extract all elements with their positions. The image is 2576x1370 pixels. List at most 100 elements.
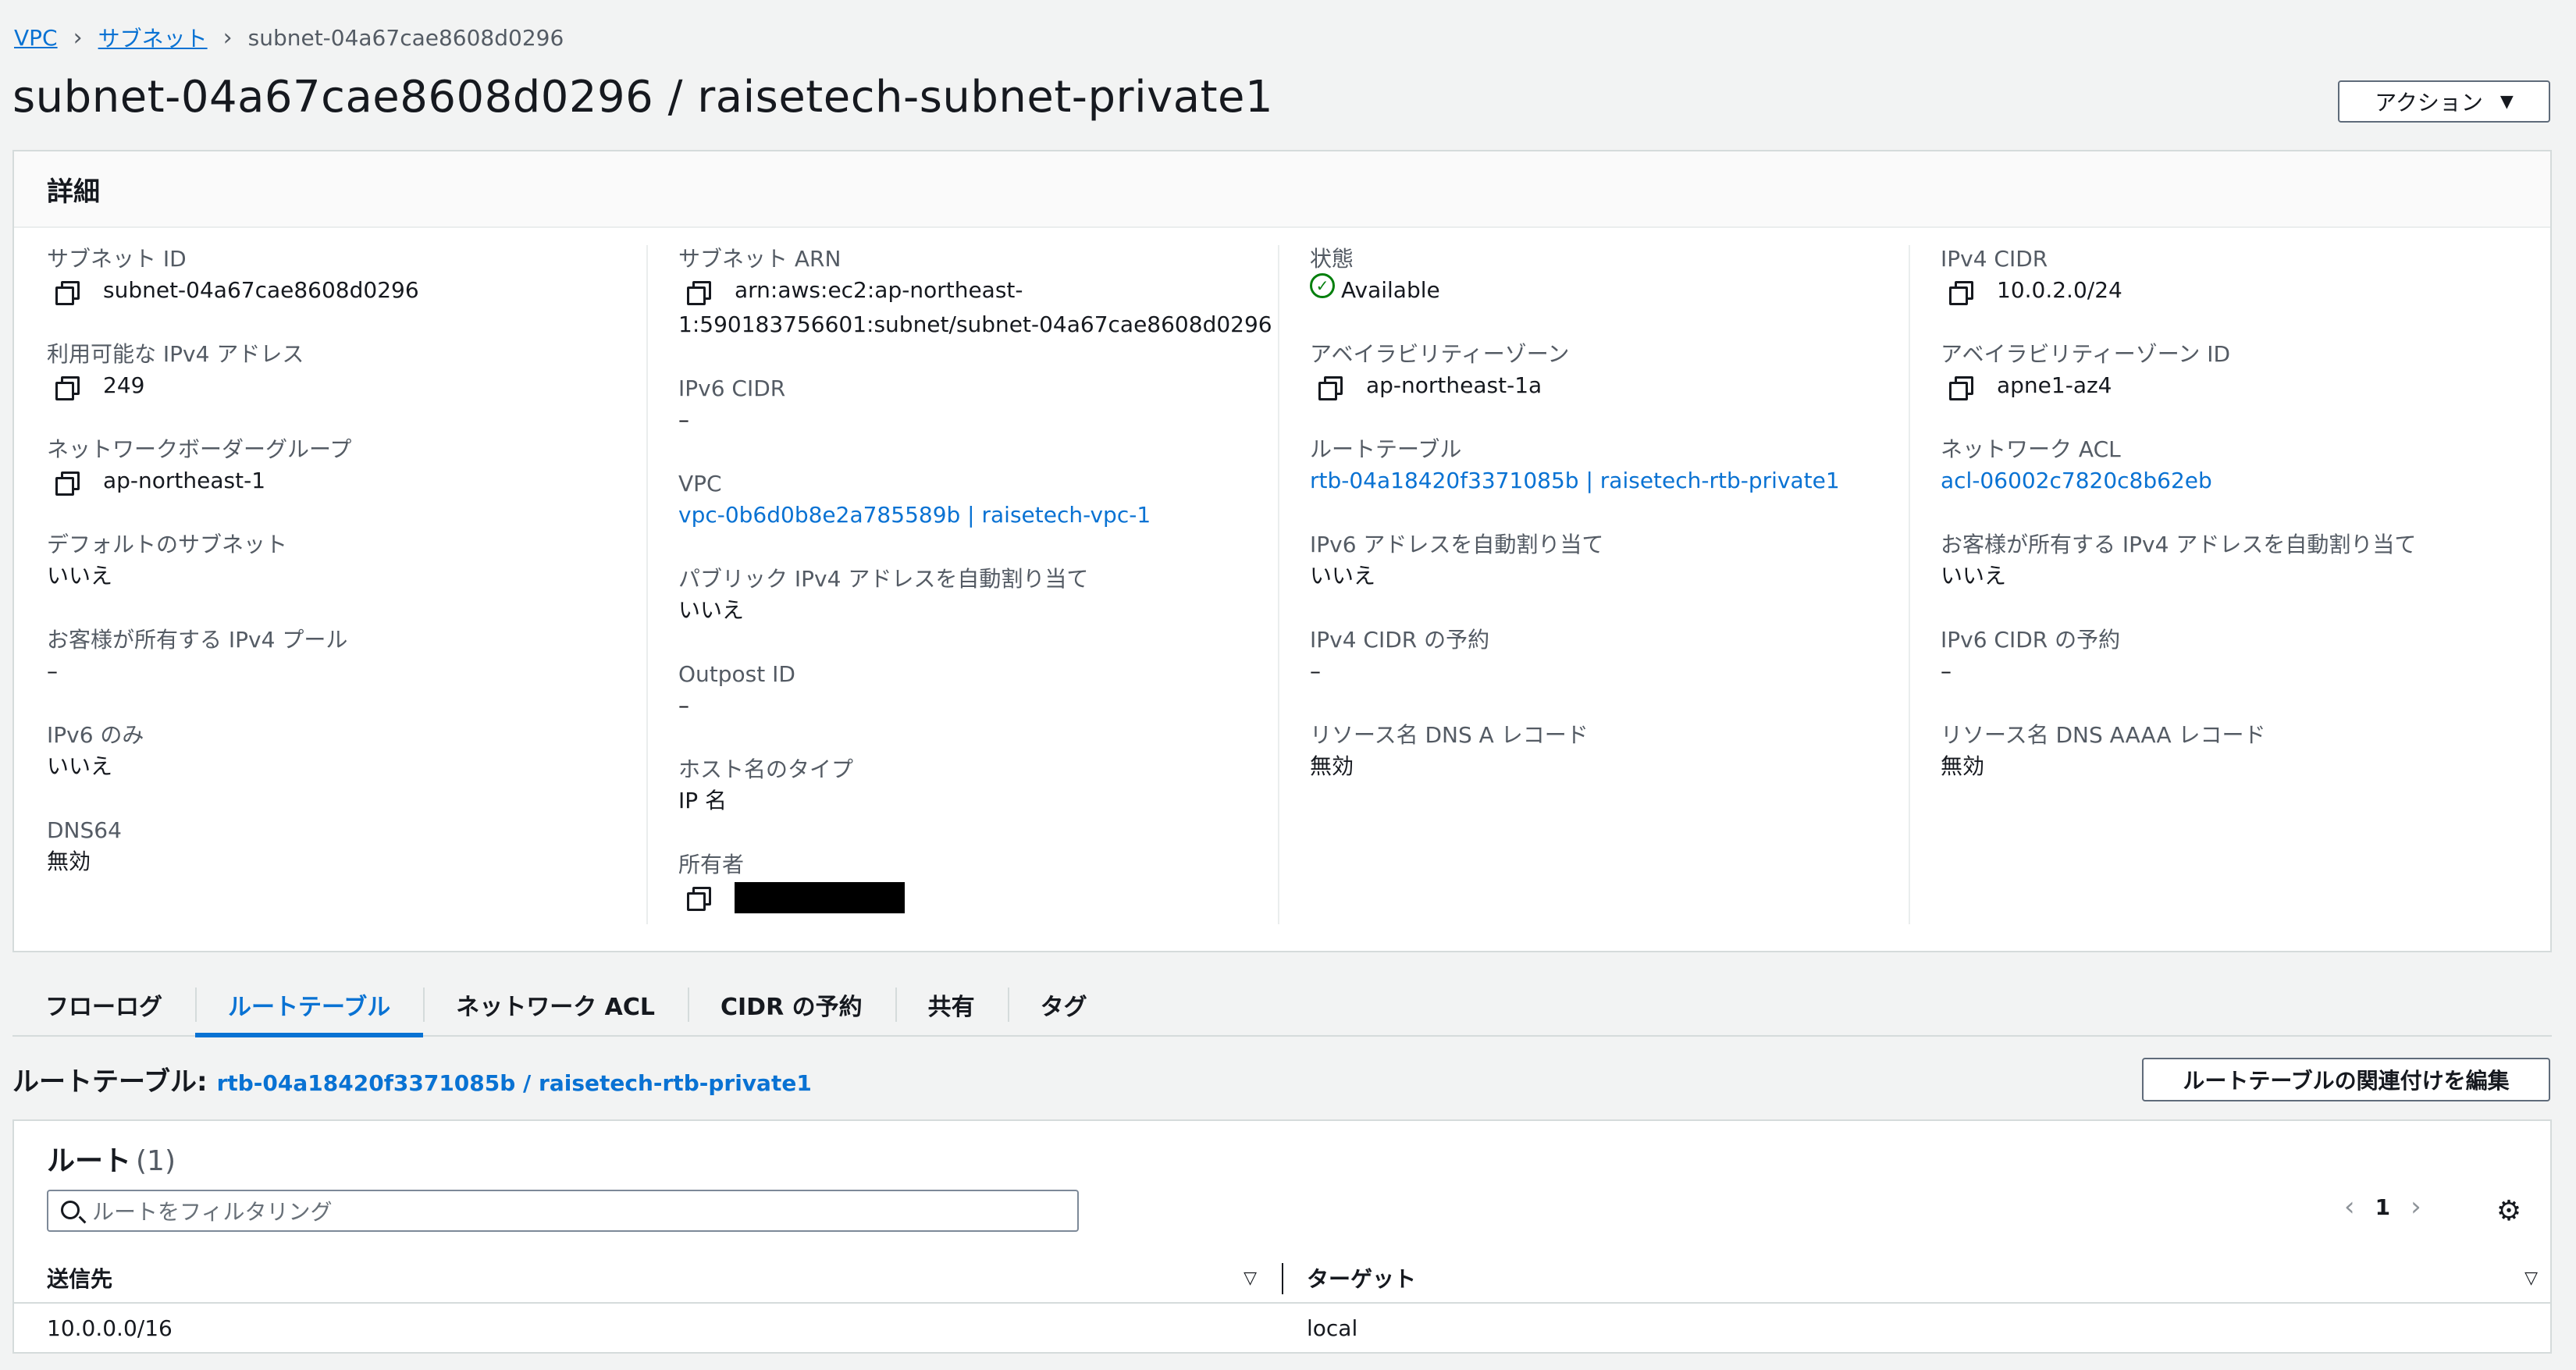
tab-route-table[interactable]: ルートテーブル xyxy=(195,973,424,1037)
subnet-id-value: subnet-04a67cae8608d0296 xyxy=(103,277,419,303)
field-label: 利用可能な IPv4 アドレス xyxy=(47,341,304,367)
field-az-id: アベイラビリティーゾーン ID apne1-az4 xyxy=(1941,340,2549,403)
field-label: Outpost ID xyxy=(678,661,795,687)
routes-title: ルート xyxy=(47,1145,132,1177)
auto-assign-public-ipv4-value: いいえ xyxy=(678,597,745,623)
field-label: DNS64 xyxy=(47,817,122,843)
copy-icon[interactable] xyxy=(685,278,711,305)
copy-icon[interactable] xyxy=(53,278,80,305)
state-value: Available xyxy=(1341,277,1440,303)
field-route-table: ルートテーブル rtb-04a18420f3371085b | raisetec… xyxy=(1310,436,1919,498)
field-auto-assign-customer-ipv4: お客様が所有する IPv4 アドレスを自動割り当て いいえ xyxy=(1941,531,2549,593)
copy-icon[interactable] xyxy=(1947,373,1973,400)
routes-table-header: 送信先 ▽ ターゲット ▽ xyxy=(14,1252,2550,1304)
details-column-4: IPv4 CIDR 10.0.2.0/24 アベイラビリティーゾーン ID ap… xyxy=(1941,245,2549,924)
field-label: IPv6 CIDR の予約 xyxy=(1941,627,2121,653)
column-header-target[interactable]: ターゲット ▽ xyxy=(1307,1252,2553,1304)
field-availability-zone: アベイラビリティーゾーン ap-northeast-1a xyxy=(1310,340,1919,403)
field-dns64: DNS64 無効 xyxy=(47,817,656,879)
copy-icon[interactable] xyxy=(1316,373,1343,400)
gear-icon[interactable]: ⚙ xyxy=(2495,1197,2523,1226)
column-header-label: ターゲット xyxy=(1307,1266,1417,1292)
details-panel: 詳細 サブネット ID subnet-04a67cae8608d0296 利用可… xyxy=(12,150,2552,952)
field-label: お客様が所有する IPv4 アドレスを自動割り当て xyxy=(1941,532,2417,557)
chevron-right-icon[interactable]: › xyxy=(2411,1191,2421,1222)
field-label: デフォルトのサブネット xyxy=(47,532,288,557)
availability-zone-value: ap-northeast-1a xyxy=(1366,372,1542,398)
field-hostname-type: ホスト名のタイプ IP 名 xyxy=(678,756,1287,818)
chevron-left-icon[interactable]: ‹ xyxy=(2344,1191,2355,1222)
field-label: IPv6 アドレスを自動割り当て xyxy=(1310,532,1604,557)
network-border-group-value: ap-northeast-1 xyxy=(103,468,266,493)
route-table-link[interactable]: rtb-04a18420f3371085b | raisetech-rtb-pr… xyxy=(1310,464,1840,498)
routes-count: (1) xyxy=(136,1145,176,1177)
field-subnet-arn: サブネット ARN arn:aws:ec2:ap-northeast- 1:59… xyxy=(678,245,1287,342)
field-vpc: VPC vpc-0b6d0b8e2a785589b | raisetech-vp… xyxy=(678,470,1287,532)
current-page[interactable]: 1 xyxy=(2375,1194,2390,1220)
details-column-2: サブネット ARN arn:aws:ec2:ap-northeast- 1:59… xyxy=(678,245,1287,924)
auto-assign-customer-ipv4-value: いいえ xyxy=(1941,563,2007,589)
tab-network-acl[interactable]: ネットワーク ACL xyxy=(423,973,688,1036)
route-table-heading: ルートテーブル: rtb-04a18420f3371085b / raisete… xyxy=(12,1060,812,1098)
tab-flow-logs[interactable]: フローログ xyxy=(12,973,195,1036)
vpc-link[interactable]: vpc-0b6d0b8e2a785589b | raisetech-vpc-1 xyxy=(678,498,1151,532)
customer-ipv4-pool-value: – xyxy=(47,658,58,684)
field-ipv4-cidr-reservation: IPv4 CIDR の予約 – xyxy=(1310,626,1919,689)
copy-icon[interactable] xyxy=(1947,278,1973,305)
field-label: パブリック IPv4 アドレスを自動割り当て xyxy=(678,566,1089,592)
detail-tabs: フローログ ルートテーブル ネットワーク ACL CIDR の予約 共有 タグ xyxy=(12,974,2552,1037)
actions-dropdown-button[interactable]: アクション ▼ xyxy=(2338,80,2550,123)
route-destination-cell: 10.0.0.0/16 xyxy=(47,1315,173,1341)
breadcrumb-subnets-link[interactable]: サブネット xyxy=(98,22,208,53)
dns64-value: 無効 xyxy=(47,849,91,874)
sort-caret-icon[interactable]: ▽ xyxy=(1244,1269,1257,1288)
ipv6-cidr-reservation-value: – xyxy=(1941,658,1952,684)
breadcrumb-vpc-link[interactable]: VPC xyxy=(14,25,58,51)
tab-sharing[interactable]: 共有 xyxy=(895,973,1008,1036)
field-label: IPv6 CIDR xyxy=(678,375,786,401)
column-resizer[interactable] xyxy=(1282,1263,1283,1294)
field-label: サブネット ARN xyxy=(678,246,841,272)
edit-route-table-association-button[interactable]: ルートテーブルの関連付けを編集 xyxy=(2142,1058,2550,1101)
field-label: 状態 xyxy=(1310,246,1354,272)
page-title: subnet-04a67cae8608d0296 / raisetech-sub… xyxy=(12,72,1274,123)
search-icon xyxy=(61,1201,80,1219)
table-row: 10.0.0.0/16 local xyxy=(14,1304,2550,1352)
field-label: IPv4 CIDR xyxy=(1941,246,2048,272)
route-table-heading-link[interactable]: rtb-04a18420f3371085b / raisetech-rtb-pr… xyxy=(217,1070,812,1096)
route-target-cell: local xyxy=(1307,1315,1358,1341)
field-auto-assign-ipv6: IPv6 アドレスを自動割り当て いいえ xyxy=(1310,531,1919,593)
available-ipv4-value: 249 xyxy=(103,372,145,398)
status-check-icon: ✓ xyxy=(1310,273,1335,298)
field-label: IPv4 CIDR の予約 xyxy=(1310,627,1490,653)
column-header-destination[interactable]: 送信先 ▽ xyxy=(47,1252,1272,1304)
details-column-3: 状態 ✓ Available アベイラビリティーゾーン ap-northeast-… xyxy=(1310,245,1919,924)
tab-cidr-reservations[interactable]: CIDR の予約 xyxy=(688,973,895,1036)
route-filter-input-wrapper[interactable]: ルートをフィルタリング xyxy=(47,1190,1079,1232)
copy-icon[interactable] xyxy=(53,373,80,400)
network-acl-link[interactable]: acl-06002c7820c8b62eb xyxy=(1941,464,2212,498)
field-label: ルートテーブル xyxy=(1310,436,1462,462)
details-panel-header: 詳細 xyxy=(14,151,2550,228)
field-dns-aaaa-record: リソース名 DNS AAAA レコード 無効 xyxy=(1941,721,2549,784)
field-label: ホスト名のタイプ xyxy=(678,756,854,782)
field-outpost-id: Outpost ID – xyxy=(678,660,1287,723)
field-owner: 所有者 xyxy=(678,851,1287,913)
field-ipv4-cidr: IPv4 CIDR 10.0.2.0/24 xyxy=(1941,245,2549,308)
routes-heading: ルート (1) xyxy=(47,1138,176,1179)
routes-container: ルート (1) ルートをフィルタリング ‹ 1 › ⚙ 送信先 ▽ ターゲット ▽… xyxy=(12,1119,2552,1354)
dns-a-record-value: 無効 xyxy=(1310,753,1354,779)
ipv6-only-value: いいえ xyxy=(47,753,113,779)
copy-icon[interactable] xyxy=(53,468,80,496)
copy-icon[interactable] xyxy=(685,884,711,911)
ipv4-cidr-value: 10.0.2.0/24 xyxy=(1997,277,2122,303)
tab-tags[interactable]: タグ xyxy=(1007,973,1120,1036)
dns-aaaa-record-value: 無効 xyxy=(1941,753,1985,779)
breadcrumb: VPC › サブネット › subnet-04a67cae8608d0296 xyxy=(14,22,564,53)
ipv6-cidr-value: – xyxy=(678,407,689,432)
auto-assign-ipv6-value: いいえ xyxy=(1310,563,1376,589)
default-subnet-value: いいえ xyxy=(47,563,113,589)
sort-caret-icon[interactable]: ▽ xyxy=(2524,1269,2538,1288)
breadcrumb-current: subnet-04a67cae8608d0296 xyxy=(247,24,564,51)
az-id-value: apne1-az4 xyxy=(1997,372,2112,398)
